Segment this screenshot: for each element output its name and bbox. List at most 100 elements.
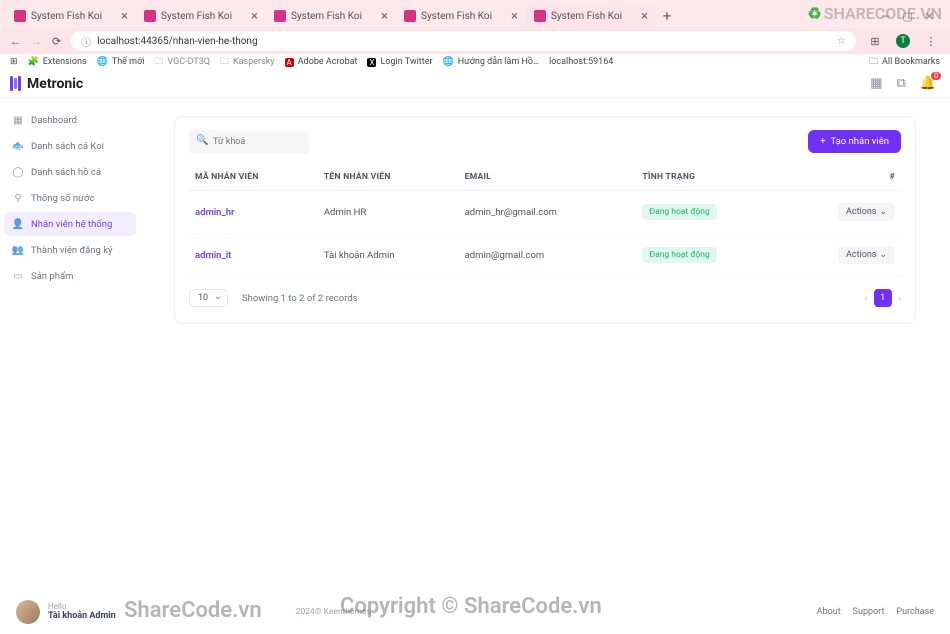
bookmark-folder[interactable]: 🗀 VGC-DT3Q — [154, 54, 210, 70]
user-icon: 👤 — [12, 218, 24, 230]
logo[interactable]: Metronic — [10, 76, 83, 92]
notifications-icon[interactable]: 🔔0 — [920, 76, 936, 91]
add-staff-button[interactable]: + Tạo nhân viên — [808, 130, 901, 153]
cell-code[interactable]: admin_hr — [189, 191, 318, 234]
bookmark-star-icon[interactable]: ☆ — [837, 36, 846, 47]
site-icon — [534, 10, 546, 22]
page-size-select[interactable]: 10 — [189, 289, 228, 307]
site-info-icon[interactable]: ⓘ — [81, 34, 91, 49]
sidebar-item-products[interactable]: ▭ Sản phẩm — [4, 264, 136, 288]
close-icon[interactable]: × — [121, 9, 128, 24]
col-status[interactable]: TÌNH TRẠNG — [636, 164, 783, 191]
bookmark-item[interactable]: 🌐 Hướng dẫn làm Hồ… — [443, 57, 540, 67]
status-badge: Đang hoạt động — [642, 204, 716, 220]
avatar[interactable] — [16, 600, 40, 624]
cell-code[interactable]: admin_it — [189, 234, 318, 277]
url-bar[interactable]: ⓘ localhost:44365/nhan-vien-he-thong ☆ — [71, 31, 856, 51]
grid-icon: ▦ — [12, 114, 24, 126]
footer-link-about[interactable]: About — [817, 607, 841, 617]
browser-tab[interactable]: System Fish Koi× — [6, 4, 136, 28]
layers-icon[interactable]: ⧉ — [897, 76, 906, 91]
col-name[interactable]: TÊN NHÂN VIÊN — [318, 164, 459, 191]
app: Metronic ▦ ⧉ 🔔0 ▦Dashboard 🐟Danh sách cá… — [0, 70, 950, 634]
sidebar-label: Thông số nước — [31, 193, 94, 204]
cell-email: admin_hr@gmail.com — [459, 191, 637, 234]
close-icon[interactable]: × — [641, 9, 648, 24]
page-prev[interactable]: ‹ — [864, 292, 867, 305]
browser-tab[interactable]: System Fish Koi × — [136, 4, 266, 28]
sidebar-label: Danh sách hồ cá — [31, 167, 101, 178]
forward-icon[interactable]: → — [31, 35, 42, 48]
site-icon — [144, 10, 156, 22]
sidebar: ▦Dashboard 🐟Danh sách cá Koi ◯Danh sách … — [0, 98, 140, 634]
close-icon[interactable]: × — [381, 9, 388, 24]
tab-title: System Fish Koi — [551, 11, 622, 22]
staff-table: MÃ NHÂN VIÊN TÊN NHÂN VIÊN EMAIL TÌNH TR… — [189, 164, 901, 277]
sidebar-item-members[interactable]: 👥 Thành viên đăng ký — [4, 238, 136, 262]
close-icon[interactable]: × — [511, 9, 518, 24]
sidebar-item-dashboard[interactable]: ▦Dashboard — [4, 108, 136, 132]
table-row: admin_hr Admin HR admin_hr@gmail.com Đan… — [189, 191, 901, 234]
sidebar-item-pond[interactable]: ◯Danh sách hồ cá — [4, 160, 136, 184]
tab-row: System Fish Koi × System Fish Koi × System… — [0, 0, 950, 28]
bookmark-folder[interactable]: 🗀 Kaspersky — [220, 54, 275, 70]
notif-badge: 0 — [931, 72, 941, 80]
footer-link-purchase[interactable]: Purchase — [896, 607, 934, 617]
bookmark-item[interactable]: X Login Twitter — [367, 57, 432, 67]
chevron-down-icon: ⌄ — [879, 207, 887, 217]
sidebar-label: Nhân viên hệ thống — [31, 219, 112, 230]
col-code[interactable]: MÃ NHÂN VIÊN — [189, 164, 318, 191]
sidebar-item-staff[interactable]: 👤 Nhân viên hệ thống — [4, 212, 136, 236]
sidebar-label: Sản phẩm — [31, 271, 73, 282]
sidebar-item-koi[interactable]: 🐟Danh sách cá Koi — [4, 134, 136, 158]
tab-title: System Fish Koi — [161, 11, 232, 22]
main-content: 🔍 + Tạo nhân viên MÃ NHÂN VIÊN TÊN NHÂN … — [140, 98, 950, 634]
bookmark-item[interactable]: 🧩 Extensions — [28, 57, 87, 67]
close-icon[interactable]: × — [251, 9, 258, 24]
back-icon[interactable]: ← — [10, 35, 21, 48]
url-text: localhost:44365/nhan-vien-he-thong — [97, 36, 257, 47]
cell-name: Tài khoản Admin — [318, 234, 459, 277]
new-tab-button[interactable]: + — [656, 5, 678, 27]
bookmark-bar: ⊞ 🧩 Extensions 🌐 Thế mới 🗀 VGC-DT3Q 🗀 Ka… — [0, 54, 950, 70]
extensions-icon[interactable]: ⊞ — [866, 32, 884, 50]
fish-icon: 🐟 — [12, 140, 24, 152]
close-window-icon[interactable]: ✕ — [925, 10, 934, 23]
page-next[interactable]: › — [898, 292, 901, 305]
sidebar-item-water[interactable]: ⚲Thông số nước — [4, 186, 136, 210]
logo-text: Metronic — [27, 76, 83, 92]
plus-icon: + — [820, 136, 825, 147]
apps-icon[interactable]: ⊞ — [10, 57, 18, 67]
table-footer: 10 Showing 1 to 2 of 2 records ‹ 1 › — [189, 289, 901, 307]
calendar-icon[interactable]: ▦ — [870, 76, 882, 91]
bookmark-item[interactable]: 🌐 Thế mới — [97, 57, 145, 67]
browser-tab[interactable]: System Fish Koi × — [396, 4, 526, 28]
col-actions: # — [783, 164, 901, 191]
bookmark-item[interactable]: localhost:59164 — [549, 57, 613, 67]
browser-tab[interactable]: System Fish Koi× — [266, 4, 396, 28]
logo-mark-icon — [10, 76, 21, 91]
profile-icon[interactable]: T — [894, 32, 912, 50]
reload-icon[interactable]: ⟳ — [52, 35, 61, 48]
box-icon: ▭ — [12, 270, 24, 282]
minimize-icon[interactable]: — — [882, 10, 891, 23]
page-current[interactable]: 1 — [874, 289, 892, 307]
sidebar-label: Thành viên đăng ký — [31, 245, 113, 256]
search-wrap: 🔍 — [189, 129, 309, 154]
col-email[interactable]: EMAIL — [459, 164, 637, 191]
all-bookmarks[interactable]: 🗀 All Bookmarks — [869, 54, 940, 70]
footer-link-support[interactable]: Support — [853, 607, 885, 617]
site-icon — [274, 10, 286, 22]
row-actions-button[interactable]: Actions ⌄ — [838, 246, 895, 264]
maximize-icon[interactable]: ▢ — [902, 10, 912, 23]
url-row: ← → ⟳ ⓘ localhost:44365/nhan-vien-he-tho… — [0, 28, 950, 54]
users-icon: 👥 — [12, 244, 24, 256]
row-actions-button[interactable]: Actions ⌄ — [838, 203, 895, 221]
site-icon — [14, 10, 26, 22]
browser-tab-active[interactable]: System Fish Koi × — [526, 4, 656, 28]
records-summary: Showing 1 to 2 of 2 records — [242, 293, 358, 304]
cell-email: admin@gmail.com — [459, 234, 637, 277]
menu-icon[interactable]: ⋮ — [922, 32, 940, 50]
tab-title: System Fish Koi — [421, 11, 492, 22]
bookmark-item[interactable]: A Adobe Acrobat — [285, 57, 358, 67]
